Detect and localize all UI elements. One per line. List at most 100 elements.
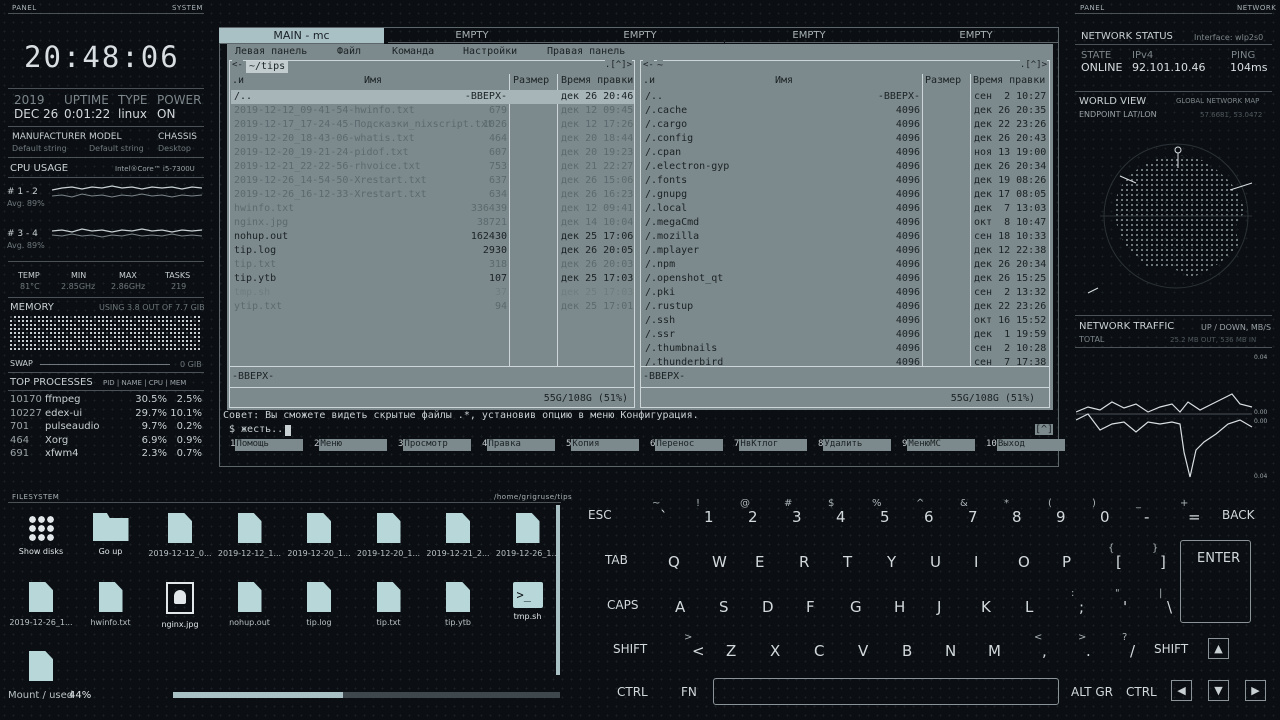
menu-command[interactable]: Команда <box>392 46 434 57</box>
menu-file[interactable]: Файл <box>337 46 361 57</box>
fs-item[interactable]: >_ tmp.sh <box>494 582 562 621</box>
key-1-14[interactable]: + = <box>1178 498 1218 532</box>
key-2-8[interactable]: U <box>930 551 970 577</box>
fs-item[interactable]: tip.log <box>285 582 353 627</box>
terminal-tab-4[interactable]: EMPTY <box>725 28 893 43</box>
key-2-11[interactable]: P <box>1062 551 1102 577</box>
menu-left-panel[interactable]: Левая панель <box>235 46 307 57</box>
key-3-2[interactable]: A <box>675 596 715 622</box>
key-enter[interactable]: ENTER <box>1197 551 1240 566</box>
left-file-row[interactable]: hwinfo.txt 336439 дек 12 09:41 <box>231 202 634 216</box>
right-file-row[interactable]: /.mplayer 4096 дек 12 22:38 <box>642 244 1049 258</box>
midnight-commander-screen[interactable]: Левая панель Файл Команда Настройки Прав… <box>227 44 1053 410</box>
left-file-row[interactable]: tip.log 2930 дек 26 20:05 <box>231 244 634 258</box>
fkey-5[interactable]: 5Копия <box>566 439 640 452</box>
left-file-row[interactable]: ytip.txt 94 дек 25 17:01 <box>231 300 634 314</box>
key-4-10[interactable]: <, <box>1032 632 1072 666</box>
key-4-13[interactable]: SHIFT <box>1154 640 1194 666</box>
right-file-row[interactable]: /.megaCmd 4096 окт 8 10:47 <box>642 216 1049 230</box>
fs-item[interactable]: 2019-12-20_1... <box>285 513 353 558</box>
fs-item[interactable]: nginx.jpg <box>146 582 214 629</box>
right-file-row[interactable]: /.cargo 4096 дек 22 23:26 <box>642 118 1049 132</box>
key-fn[interactable]: FN <box>681 685 697 699</box>
key-2-9[interactable]: I <box>974 551 1014 577</box>
right-file-row[interactable]: /.pki 4096 сен 2 13:32 <box>642 286 1049 300</box>
fs-item[interactable]: Show disks <box>7 513 75 556</box>
fkey-10[interactable]: 10Выход <box>986 439 1065 452</box>
key-1-4[interactable]: @2 <box>738 498 778 532</box>
left-file-row[interactable]: 2019-12-20_19-21-24-pidof.txt 607 дек 20 1… <box>231 146 634 160</box>
left-file-row[interactable]: tip.ytb 107 дек 25 17:03 <box>231 272 634 286</box>
fkey-6[interactable]: 6Перенос <box>650 439 724 452</box>
key-1-12[interactable]: ) 0 <box>1090 498 1130 532</box>
arrow-up-icon[interactable]: ▲ <box>1208 638 1229 659</box>
key-4-5[interactable]: C <box>814 640 854 666</box>
right-file-row[interactable]: /.fonts 4096 дек 19 08:26 <box>642 174 1049 188</box>
left-file-row[interactable]: 2019-12-20_18-43-06-whatis.txt 464 дек 20 … <box>231 132 634 146</box>
left-file-row[interactable]: 2019-12-26_14-54-50-Xrestart.txt 637 дек 2… <box>231 174 634 188</box>
key-3-3[interactable]: S <box>719 596 759 622</box>
key-2-1[interactable]: TAB <box>605 551 645 577</box>
mc-left-pane[interactable]: <- ~/tips .[^]> .и Имя Размер Время прав… <box>229 60 635 408</box>
fs-item[interactable]: tip.ytb <box>424 582 492 627</box>
key-alt-gr[interactable]: ALT GR <box>1071 685 1113 699</box>
fs-item[interactable]: nohup.out <box>216 582 284 627</box>
right-file-row[interactable]: /.openshot_qt 4096 дек 26 15:25 <box>642 272 1049 286</box>
fkey-8[interactable]: 8Удалить <box>818 439 892 452</box>
left-file-row[interactable]: 2019-12-21_22-22-56-rhvoice.txt 753 дек 21… <box>231 160 634 174</box>
right-file-row[interactable]: /.config 4096 дек 26 20:43 <box>642 132 1049 146</box>
left-file-row[interactable]: 2019-12-26_16-12-33-Xrestart.txt 634 дек 2… <box>231 188 634 202</box>
key-1-6[interactable]: $4 <box>826 498 866 532</box>
fkey-7[interactable]: 7НвКтлог <box>734 439 808 452</box>
terminal-tab-5[interactable]: EMPTY <box>893 28 1059 43</box>
key-1-13[interactable]: _ - <box>1134 498 1174 532</box>
key-4-3[interactable]: Z <box>726 640 766 666</box>
key-3-8[interactable]: J <box>937 596 977 622</box>
key-3-9[interactable]: K <box>981 596 1021 622</box>
key-space[interactable] <box>713 678 1059 705</box>
right-file-row[interactable]: /.. -ВВЕРХ-сен 2 10:27 <box>642 90 1049 104</box>
key-1-5[interactable]: #3 <box>782 498 822 532</box>
key-ctrl-left[interactable]: CTRL <box>617 685 648 699</box>
fs-item[interactable]: 2019-12-12_0... <box>146 513 214 558</box>
key-2-10[interactable]: O <box>1018 551 1058 577</box>
fs-item[interactable]: 2019-12-21_2... <box>424 513 492 558</box>
fs-item[interactable]: Go up <box>77 513 145 556</box>
right-file-row[interactable]: /.thunderbird 4096 сен 7 17:38 <box>642 356 1049 370</box>
right-file-row[interactable]: /.cpan 4096 ноя 13 19:00 <box>642 146 1049 160</box>
fs-item[interactable]: 2019-12-12_1... <box>216 513 284 558</box>
right-file-row[interactable]: /.electron-gyp 4096 дек 26 20:34 <box>642 160 1049 174</box>
key-2-7[interactable]: Y <box>887 551 927 577</box>
key-3-13[interactable]: | \ <box>1157 588 1197 622</box>
key-4-8[interactable]: N <box>945 640 985 666</box>
key-3-1[interactable]: CAPS <box>607 596 647 622</box>
fkey-4[interactable]: 4Правка <box>482 439 556 452</box>
fkey-3[interactable]: 3Просмотр <box>398 439 472 452</box>
arrow-right-icon[interactable]: ▶ <box>1245 680 1266 701</box>
key-3-12[interactable]: " ' <box>1113 588 1153 622</box>
fs-item[interactable]: 2019-12-20_1... <box>355 513 423 558</box>
key-1-3[interactable]: ! 1 <box>694 498 734 532</box>
terminal-tab-1[interactable]: MAIN - mc <box>219 28 384 44</box>
right-file-row[interactable]: /.local 4096 дек 7 13:03 <box>642 202 1049 216</box>
fkey-2[interactable]: 2Меню <box>314 439 388 452</box>
terminal-tab-3[interactable]: EMPTY <box>556 28 724 43</box>
fs-item[interactable] <box>7 651 75 687</box>
fkey-9[interactable]: 9МенюMC <box>902 439 976 452</box>
key-1-2[interactable]: ~ ` <box>650 498 690 532</box>
key-4-11[interactable]: >. <box>1076 632 1116 666</box>
right-file-row[interactable]: /.ssr 4096 дек 1 19:59 <box>642 328 1049 342</box>
key-2-2[interactable]: Q <box>668 551 708 577</box>
key-2-12[interactable]: {[ <box>1106 543 1146 577</box>
command-prompt[interactable]: $ жесть... <box>229 424 289 435</box>
key-3-5[interactable]: F <box>806 596 846 622</box>
fkey-1[interactable]: 1Помощь <box>230 439 304 452</box>
left-file-row[interactable]: nohup.out 162430 дек 25 17:06 <box>231 230 634 244</box>
key-4-4[interactable]: X <box>770 640 810 666</box>
left-file-row[interactable]: /.. -ВВЕРХ-дек 26 20:46 <box>231 90 634 104</box>
right-file-row[interactable]: /.npm 4096 дек 26 20:34 <box>642 258 1049 272</box>
key-3-11[interactable]: :; <box>1069 588 1109 622</box>
key-2-5[interactable]: R <box>799 551 839 577</box>
right-file-row[interactable]: /.gnupg 4096 дек 17 08:05 <box>642 188 1049 202</box>
right-file-row[interactable]: /.ssh 4096 окт 16 15:52 <box>642 314 1049 328</box>
